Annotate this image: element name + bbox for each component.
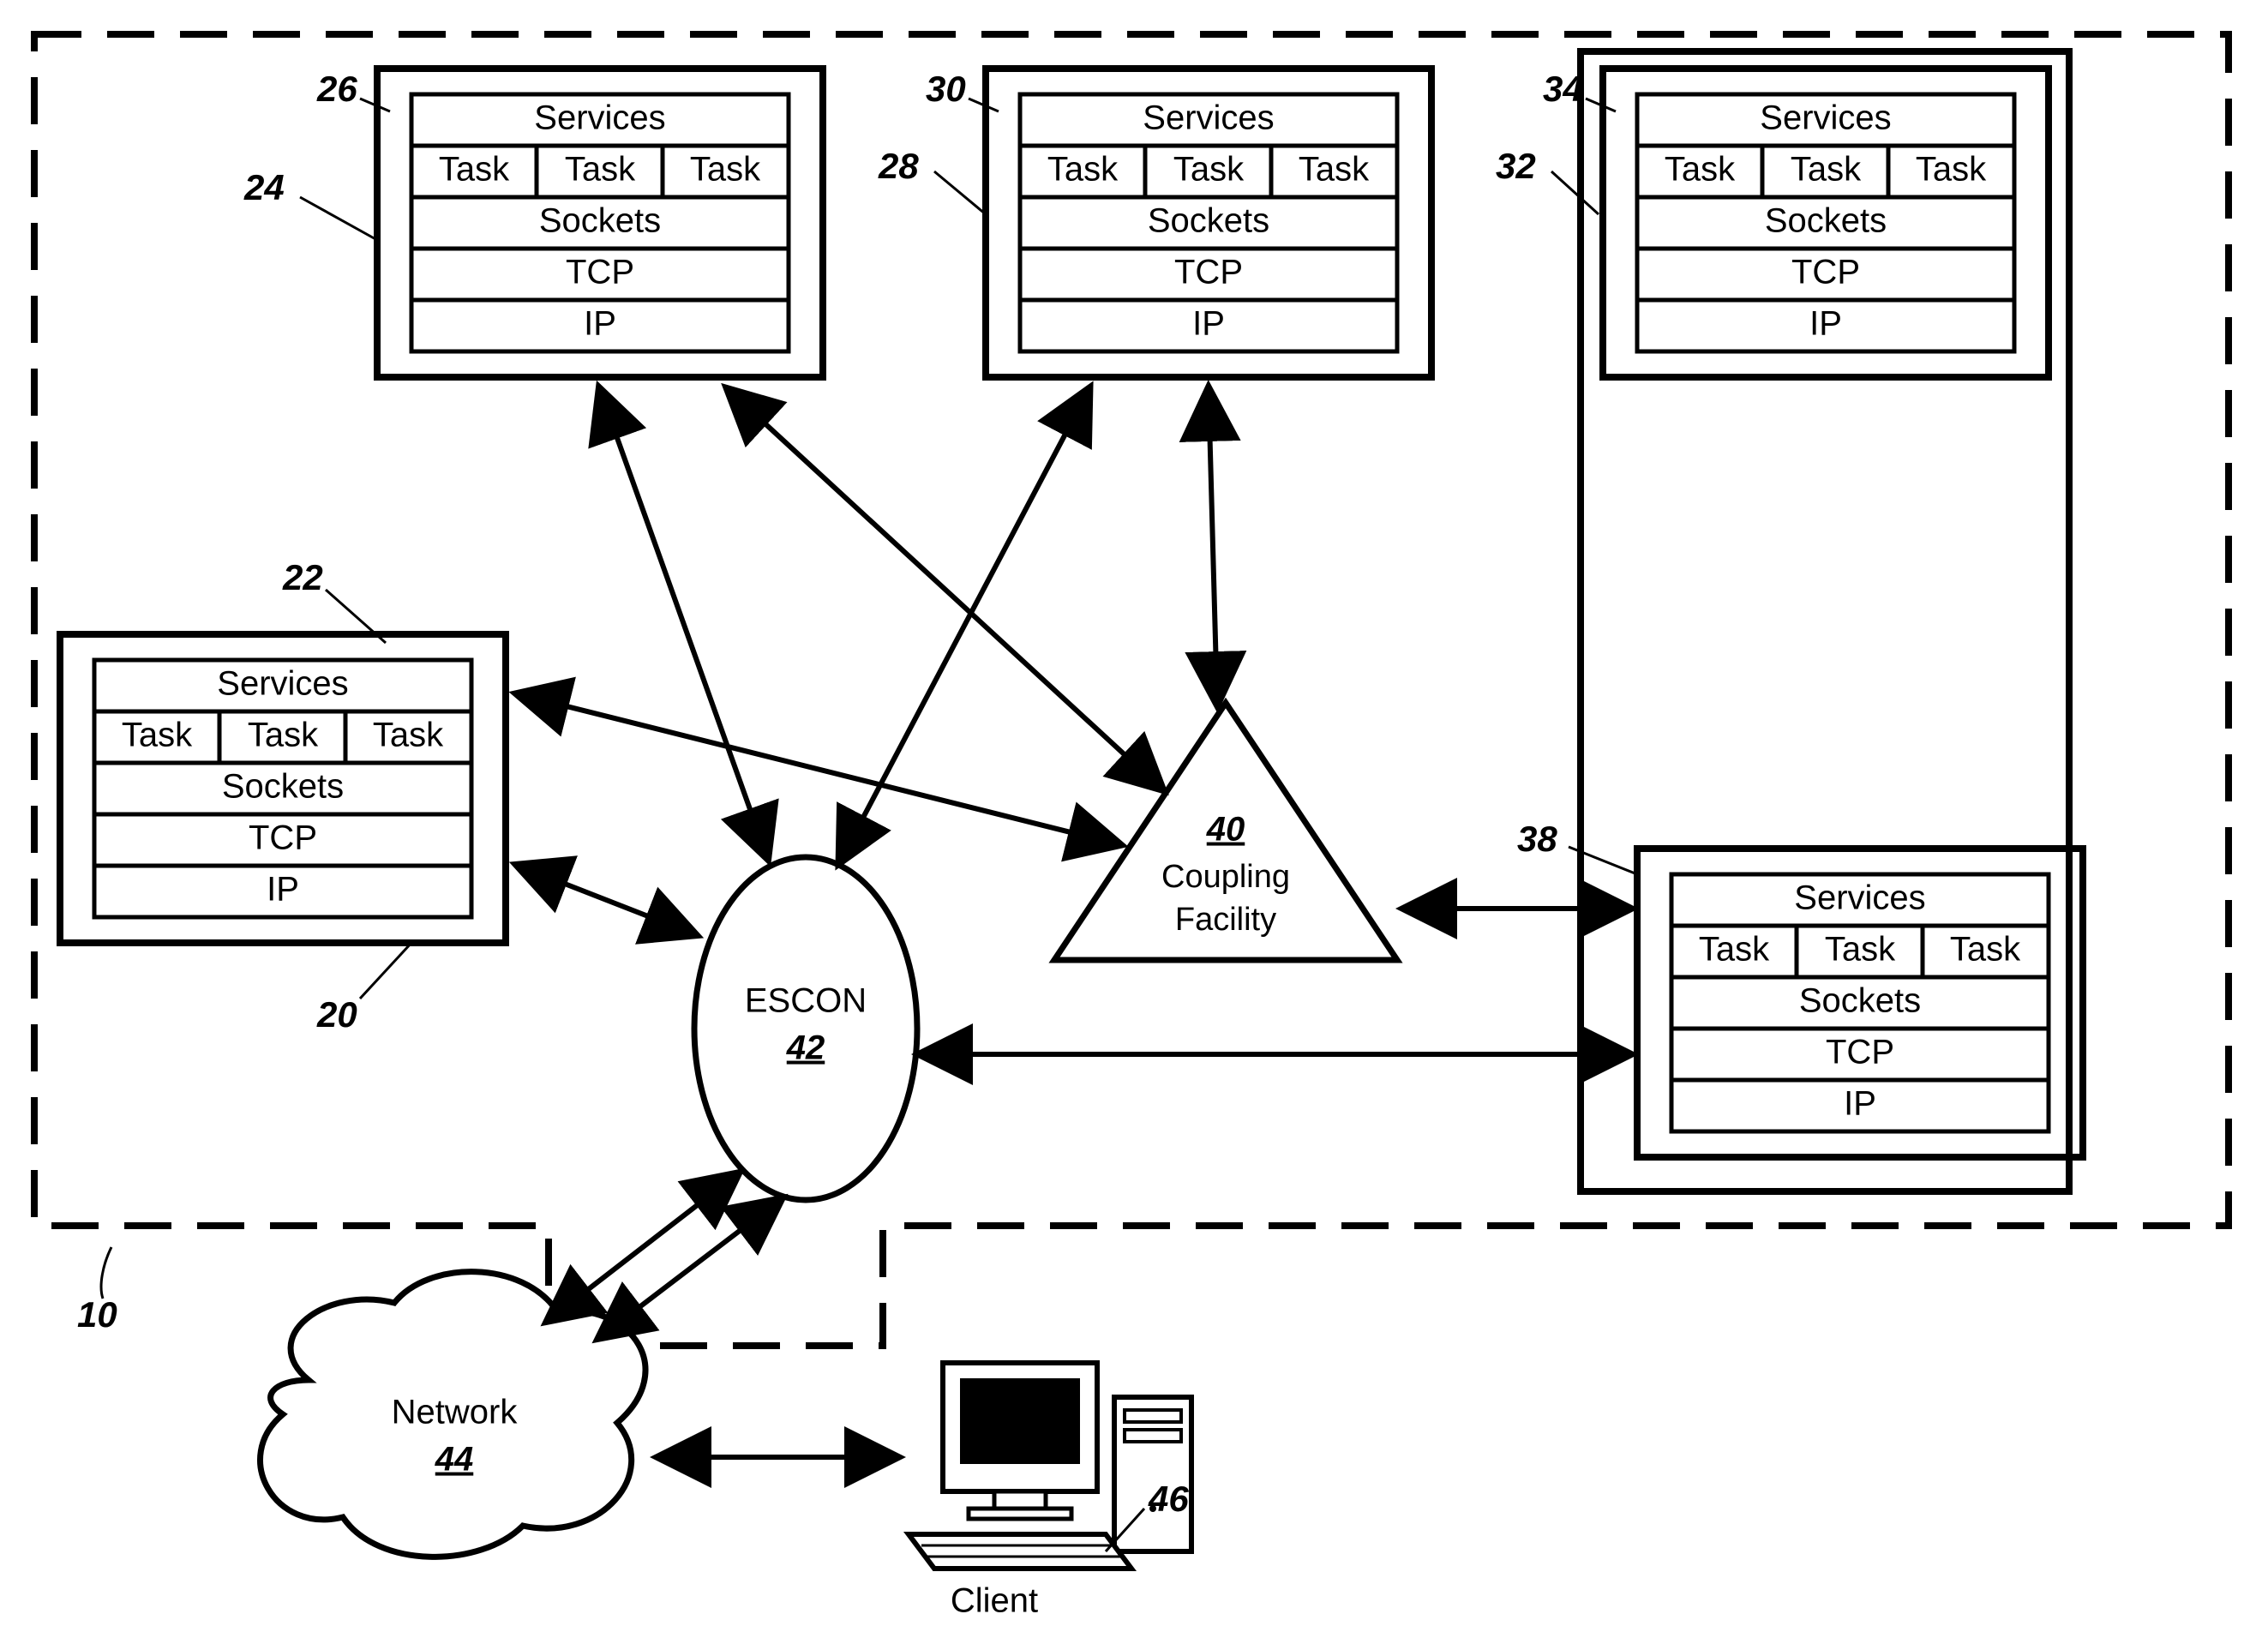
- stack-task: Task: [373, 717, 444, 754]
- arrow-28-escon: [840, 390, 1089, 861]
- stack-task: Task: [1173, 151, 1245, 189]
- stack-32: Services Task Task Task Sockets TCP IP: [1603, 69, 2049, 377]
- stack-task: Task: [122, 717, 193, 754]
- label-38: 38: [1517, 819, 1557, 860]
- label-22: 22: [283, 557, 323, 598]
- stack-sockets: Sockets: [222, 768, 344, 806]
- lead-28: [934, 171, 986, 214]
- label-26: 26: [317, 69, 357, 110]
- arrow-24-escon: [600, 390, 767, 857]
- network-label: Network: [392, 1394, 519, 1431]
- stack-task: Task: [1916, 151, 1987, 189]
- stack-sockets: Sockets: [1765, 202, 1887, 240]
- stack-tcp: TCP: [1174, 254, 1243, 291]
- label-44: 44: [435, 1441, 474, 1479]
- stack-task: Task: [1047, 151, 1119, 189]
- stack-services: Services: [217, 665, 348, 703]
- lead-10: [101, 1247, 111, 1299]
- arrow-escon-net-2: [600, 1200, 780, 1337]
- stack-tcp: TCP: [1791, 254, 1860, 291]
- label-28: 28: [879, 146, 919, 187]
- stack-task: Task: [1950, 931, 2021, 969]
- stack-ip: IP: [584, 305, 616, 343]
- stack-task: Task: [690, 151, 761, 189]
- stack-20: Services Task Task Task Sockets TCP IP: [60, 634, 506, 943]
- client-label: Client: [951, 1582, 1038, 1620]
- stack-task: Task: [248, 717, 319, 754]
- label-42: 42: [786, 1029, 825, 1067]
- stack-task: Task: [1791, 151, 1862, 189]
- stack-task: Task: [565, 151, 636, 189]
- label-20: 20: [317, 994, 357, 1035]
- arrow-24-cf: [729, 390, 1161, 789]
- coupling-label-2: Facility: [1175, 902, 1276, 938]
- diagram-svg: Services Task Task Task Sockets TCP IP S…: [0, 0, 2268, 1644]
- escon-label: ESCON: [745, 982, 867, 1020]
- stack-sockets: Sockets: [539, 202, 661, 240]
- stack-sockets: Sockets: [1148, 202, 1269, 240]
- stack-24: Services Task Task Task Sockets TCP IP: [377, 69, 823, 377]
- lead-20: [360, 943, 411, 999]
- arrow-escon-net-1: [549, 1174, 737, 1320]
- stack-sockets: Sockets: [1799, 982, 1921, 1020]
- stack-services: Services: [1760, 99, 1891, 137]
- arrow-28-cf: [1209, 390, 1217, 703]
- label-32: 32: [1496, 146, 1536, 187]
- arrow-20-cf: [519, 694, 1119, 844]
- stack-ip: IP: [267, 871, 299, 909]
- arrow-20-escon: [519, 866, 694, 934]
- coupling-label-1: Coupling: [1161, 859, 1290, 895]
- label-46: 46: [1149, 1479, 1189, 1520]
- stack-task: Task: [1825, 931, 1896, 969]
- stack-tcp: TCP: [249, 819, 317, 857]
- stack-tcp: TCP: [1826, 1034, 1894, 1071]
- stack-38: Services Task Task Task Sockets TCP IP: [1637, 849, 2083, 1157]
- client-computer-icon: [909, 1363, 1191, 1569]
- stack-task: Task: [1699, 931, 1770, 969]
- label-34: 34: [1543, 69, 1583, 110]
- label-24: 24: [244, 167, 285, 208]
- stack-services: Services: [534, 99, 665, 137]
- label-10: 10: [77, 1294, 117, 1335]
- stack-tcp: TCP: [566, 254, 634, 291]
- label-40: 40: [1206, 811, 1245, 849]
- diagram-canvas: Services Task Task Task Sockets TCP IP S…: [0, 0, 2268, 1644]
- stack-task: Task: [1299, 151, 1370, 189]
- stack-ip: IP: [1192, 305, 1225, 343]
- stack-ip: IP: [1844, 1085, 1876, 1123]
- stack-services: Services: [1143, 99, 1274, 137]
- stack-services: Services: [1794, 879, 1925, 917]
- stack-task: Task: [1665, 151, 1736, 189]
- stack-28: Services Task Task Task Sockets TCP IP: [986, 69, 1431, 377]
- lead-24: [300, 197, 377, 240]
- stack-ip: IP: [1809, 305, 1842, 343]
- lead-32: [1551, 171, 1599, 214]
- stack-task: Task: [439, 151, 510, 189]
- label-30: 30: [926, 69, 966, 110]
